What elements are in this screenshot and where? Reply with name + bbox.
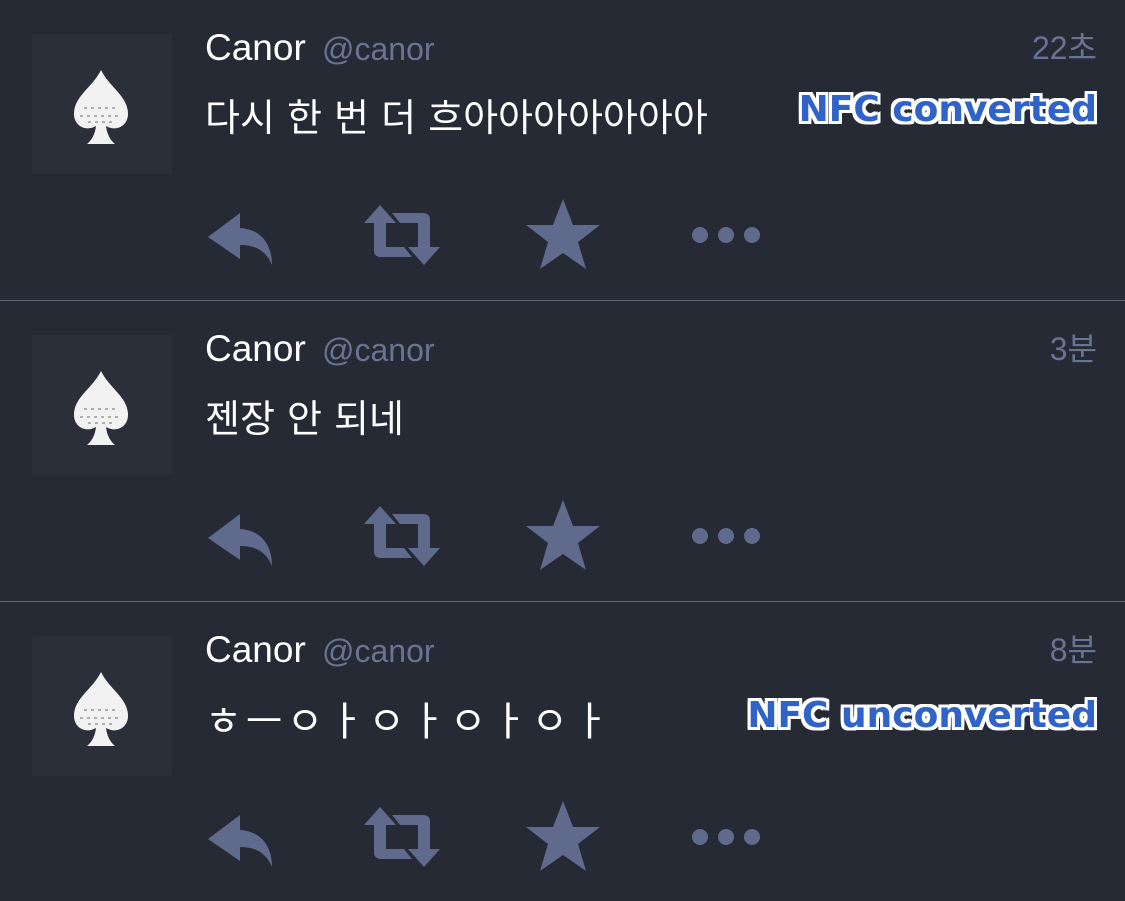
favorite-button[interactable] — [522, 195, 604, 275]
tweet-text: 다시 한 번 더 흐아아아아아아아 — [205, 96, 708, 140]
favorite-star-icon — [526, 199, 600, 269]
reply-icon — [208, 213, 272, 265]
retweet-button[interactable] — [360, 797, 444, 877]
tweet-item[interactable]: Canor @canor 3분 젠장 안 되네 — [0, 301, 1125, 601]
favorite-button[interactable] — [522, 496, 604, 576]
tweet-text: ㅎㅡㅇㅏㅇㅏㅇㅏㅇㅏ — [205, 699, 613, 745]
spade-icon — [74, 70, 128, 144]
author-handle[interactable]: @canor — [322, 629, 435, 673]
more-button[interactable] — [688, 195, 764, 275]
reply-button[interactable] — [200, 797, 280, 877]
favorite-star-icon — [526, 500, 600, 570]
more-dots-icon — [692, 528, 760, 544]
avatar[interactable] — [32, 636, 172, 776]
timestamp[interactable]: 22초 — [1032, 26, 1097, 70]
reply-button[interactable] — [200, 496, 280, 576]
favorite-button[interactable] — [522, 797, 604, 877]
retweet-button[interactable] — [360, 496, 444, 576]
retweet-icon — [364, 506, 440, 566]
spade-icon — [74, 371, 128, 445]
more-dots-icon — [692, 829, 760, 845]
reply-button[interactable] — [200, 195, 280, 275]
author-name[interactable]: Canor — [205, 325, 306, 373]
timestamp[interactable]: 8분 — [1050, 628, 1097, 672]
author-handle[interactable]: @canor — [322, 27, 435, 71]
author-handle[interactable]: @canor — [322, 328, 435, 372]
reply-icon — [208, 815, 272, 867]
timestamp[interactable]: 3분 — [1050, 327, 1097, 371]
favorite-star-icon — [526, 801, 600, 871]
tweet-item[interactable]: Canor @canor 22초 다시 한 번 더 흐아아아아아아아 NFC c… — [0, 0, 1125, 300]
more-button[interactable] — [688, 496, 764, 576]
spade-icon — [74, 672, 128, 746]
retweet-icon — [364, 807, 440, 867]
tweet-item[interactable]: Canor @canor 8분 ㅎㅡㅇㅏㅇㅏㅇㅏㅇㅏ NFC unconvert… — [0, 602, 1125, 901]
timeline: Canor @canor 22초 다시 한 번 더 흐아아아아아아아 NFC c… — [0, 0, 1125, 901]
retweet-icon — [364, 205, 440, 265]
retweet-button[interactable] — [360, 195, 444, 275]
annotation-label: NFC converted — [798, 89, 1097, 130]
avatar[interactable] — [32, 335, 172, 475]
annotation-label: NFC unconverted — [747, 695, 1097, 736]
more-dots-icon — [692, 227, 760, 243]
avatar[interactable] — [32, 34, 172, 174]
reply-icon — [208, 514, 272, 566]
more-button[interactable] — [688, 797, 764, 877]
tweet-text: 젠장 안 되네 — [205, 397, 404, 441]
author-name[interactable]: Canor — [205, 24, 306, 72]
author-name[interactable]: Canor — [205, 626, 306, 674]
